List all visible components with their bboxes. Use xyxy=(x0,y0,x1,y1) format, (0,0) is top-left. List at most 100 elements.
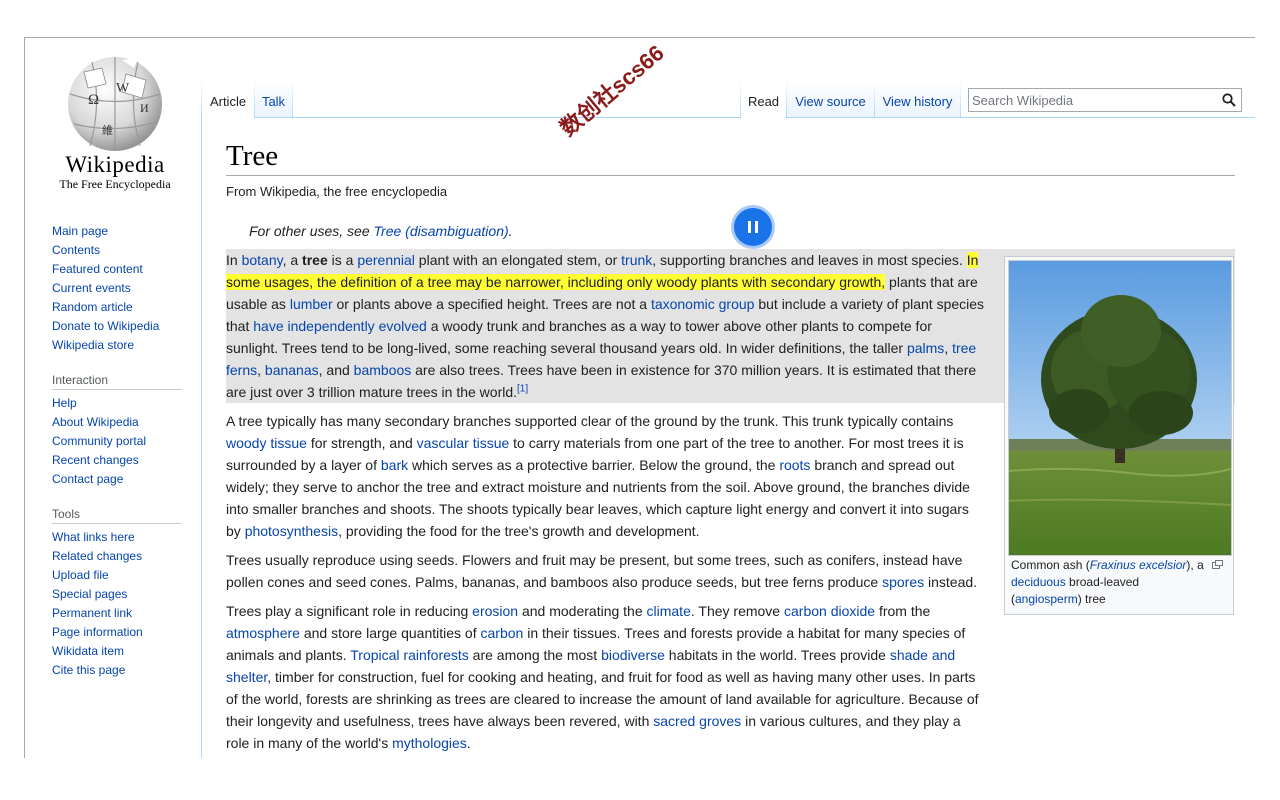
link-roots[interactable]: roots xyxy=(779,457,810,473)
sidebar-tools: Tools What links here Related changes Up… xyxy=(52,505,182,680)
tab-read[interactable]: Read xyxy=(741,80,786,118)
tab-talk[interactable]: Talk xyxy=(255,80,292,118)
sidebar-item-contact-page[interactable]: Contact page xyxy=(52,470,182,489)
sidebar-item-community-portal[interactable]: Community portal xyxy=(52,432,182,451)
hatnote-prefix: For other uses, see xyxy=(249,223,374,239)
text: instead. xyxy=(924,574,978,590)
page-title: Tree xyxy=(226,138,1235,176)
text: In xyxy=(226,252,242,268)
link-perennial[interactable]: perennial xyxy=(357,252,415,268)
sidebar-item-page-information[interactable]: Page information xyxy=(52,623,182,642)
sidebar-item-current-events[interactable]: Current events xyxy=(52,279,182,298)
logo-wordmark: Wikipedia xyxy=(65,152,165,177)
term-tree: tree xyxy=(302,252,328,268)
content-border xyxy=(201,117,202,758)
tree-image[interactable] xyxy=(1008,260,1232,556)
sidebar-item-featured-content[interactable]: Featured content xyxy=(52,260,182,279)
link-atmosphere[interactable]: atmosphere xyxy=(226,625,300,641)
sidebar-item-related-changes[interactable]: Related changes xyxy=(52,547,182,566)
link-bark[interactable]: bark xyxy=(381,457,408,473)
text: ) tree xyxy=(1077,592,1106,606)
link-fraxinus-excelsior[interactable]: Fraxinus excelsior xyxy=(1090,558,1187,572)
link-bamboos[interactable]: bamboos xyxy=(354,362,412,378)
link-mythologies[interactable]: mythologies xyxy=(392,735,467,751)
link-tree-disambiguation[interactable]: Tree (disambiguation) xyxy=(374,223,509,239)
link-woody-tissue[interactable]: woody tissue xyxy=(226,435,307,451)
ash-tree-photo xyxy=(1009,261,1231,555)
sidebar-item-cite-this-page[interactable]: Cite this page xyxy=(52,661,182,680)
text: for strength, and xyxy=(306,435,417,451)
text: , supporting branches and leaves in most… xyxy=(652,252,967,268)
link-have-independently-evolved[interactable]: have independently evolved xyxy=(253,318,427,334)
link-tropical-rainforests[interactable]: Tropical rainforests xyxy=(350,647,469,663)
text: or plants above a specified height. Tree… xyxy=(332,296,651,312)
text: and moderating the xyxy=(518,603,647,619)
hatnote-suffix: . xyxy=(508,223,513,239)
sidebar-navigation: Main page Contents Featured content Curr… xyxy=(52,222,182,355)
sidebar-item-main-page[interactable]: Main page xyxy=(52,222,182,241)
page-top-border xyxy=(24,37,1255,38)
thumbnail-box: Common ash (Fraxinus excelsior), a decid… xyxy=(1004,256,1234,615)
text: , and xyxy=(318,362,354,378)
link-erosion[interactable]: erosion xyxy=(472,603,518,619)
tab-separator xyxy=(292,80,293,118)
link-taxonomic-group[interactable]: taxonomic group xyxy=(651,296,755,312)
sidebar-item-recent-changes[interactable]: Recent changes xyxy=(52,451,182,470)
sidebar-item-special-pages[interactable]: Special pages xyxy=(52,585,182,604)
link-carbon-dioxide[interactable]: carbon dioxide xyxy=(784,603,875,619)
wikipedia-logo[interactable]: Ω W И 維 Wikipedia The Free Encyclopedia xyxy=(40,50,190,200)
sidebar-item-random-article[interactable]: Random article xyxy=(52,298,182,317)
text: Trees usually reproduce using seeds. Flo… xyxy=(226,552,963,590)
sidebar-item-store[interactable]: Wikipedia store xyxy=(52,336,182,355)
link-vascular-tissue[interactable]: vascular tissue xyxy=(417,435,510,451)
sidebar-item-what-links-here[interactable]: What links here xyxy=(52,528,182,547)
text: which serves as a protective barrier. Be… xyxy=(408,457,780,473)
text: A tree typically has many secondary bran… xyxy=(226,413,954,429)
sidebar-item-contents[interactable]: Contents xyxy=(52,241,182,260)
sidebar-item-help[interactable]: Help xyxy=(52,394,182,413)
tab-article[interactable]: Article xyxy=(202,80,254,118)
text: Trees play a significant role in reducin… xyxy=(226,603,473,619)
link-deciduous[interactable]: deciduous xyxy=(1011,575,1066,589)
text: , a xyxy=(282,252,303,268)
enlarge-icon[interactable] xyxy=(1212,560,1223,569)
hatnote: For other uses, see Tree (disambiguation… xyxy=(249,223,513,239)
text: plant with an elongated stem, or xyxy=(414,252,622,268)
tab-separator xyxy=(960,80,961,118)
sidebar-item-wikidata-item[interactable]: Wikidata item xyxy=(52,642,182,661)
text: ), a xyxy=(1186,558,1204,572)
pause-icon xyxy=(755,221,758,233)
link-angiosperm[interactable]: angiosperm xyxy=(1015,592,1078,606)
sidebar-item-donate[interactable]: Donate to Wikipedia xyxy=(52,317,182,336)
tab-view-history[interactable]: View history xyxy=(875,80,960,118)
sidebar-item-permanent-link[interactable]: Permanent link xyxy=(52,604,182,623)
search-box[interactable] xyxy=(968,88,1242,112)
link-trunk[interactable]: trunk xyxy=(621,252,652,268)
link-bananas[interactable]: bananas xyxy=(265,362,319,378)
link-biodiverse[interactable]: biodiverse xyxy=(601,647,665,663)
search-icon[interactable] xyxy=(1222,93,1236,107)
text: , xyxy=(257,362,265,378)
text: from the xyxy=(875,603,931,619)
text: , xyxy=(944,340,953,356)
sidebar-item-about[interactable]: About Wikipedia xyxy=(52,413,182,432)
link-palms[interactable]: palms xyxy=(907,340,944,356)
search-input[interactable] xyxy=(972,92,1212,108)
link-carbon[interactable]: carbon xyxy=(481,625,524,641)
reference-link[interactable]: [1] xyxy=(517,383,528,394)
paragraph-1: In botany, a tree is a perennial plant w… xyxy=(226,249,986,403)
text: . They remove xyxy=(690,603,784,619)
tab-view-source[interactable]: View source xyxy=(787,80,874,118)
paragraph-4: Trees play a significant role in reducin… xyxy=(226,600,986,754)
link-botany[interactable]: botany xyxy=(242,252,283,268)
link-climate[interactable]: climate xyxy=(647,603,691,619)
text: . xyxy=(466,735,471,751)
sidebar-heading-tools: Tools xyxy=(52,505,182,524)
pause-button[interactable] xyxy=(734,208,772,246)
sidebar-item-upload-file[interactable]: Upload file xyxy=(52,566,182,585)
link-photosynthesis[interactable]: photosynthesis xyxy=(245,523,338,539)
sidebar-interaction: Interaction Help About Wikipedia Communi… xyxy=(52,371,182,489)
link-lumber[interactable]: lumber xyxy=(290,296,333,312)
link-spores[interactable]: spores xyxy=(882,574,924,590)
link-sacred-groves[interactable]: sacred groves xyxy=(653,713,741,729)
